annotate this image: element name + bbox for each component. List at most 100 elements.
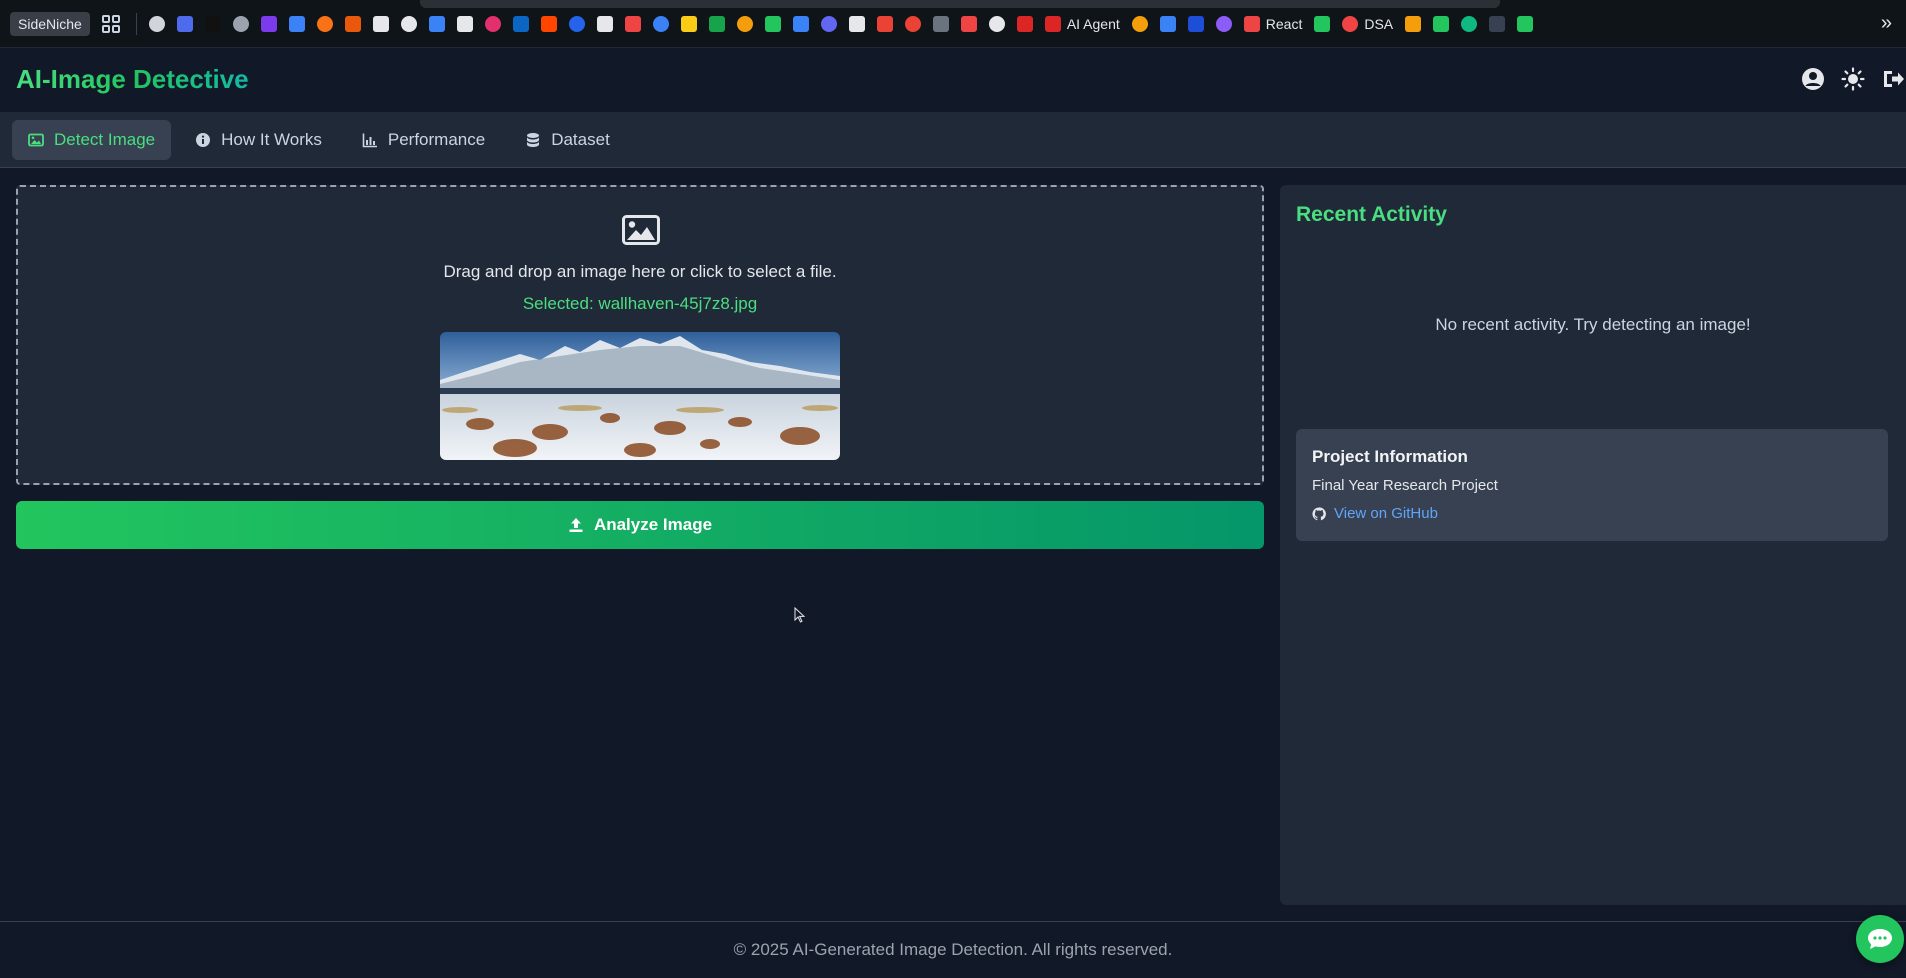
bookmark-item[interactable] <box>736 15 753 32</box>
bookmark-item[interactable] <box>568 15 585 32</box>
recent-activity-title: Recent Activity <box>1296 203 1447 226</box>
mouse-cursor <box>794 606 806 628</box>
bookmark-item[interactable] <box>176 15 193 32</box>
bookmark-item[interactable] <box>764 15 781 32</box>
recent-activity-panel: Recent Activity No recent activity. Try … <box>1280 185 1906 905</box>
codeforces-icon <box>680 15 697 32</box>
bookmark-item[interactable] <box>1131 15 1148 32</box>
tab-performance[interactable]: Performance <box>346 120 501 160</box>
bookmark-item[interactable] <box>428 15 445 32</box>
photo-icon <box>1187 15 1204 32</box>
youtube-icon <box>1342 15 1359 32</box>
bookmark-item[interactable] <box>484 15 501 32</box>
youtube-icon <box>1243 15 1260 32</box>
github-link[interactable]: View on GitHub <box>1312 505 1438 522</box>
bookmark-sideniche[interactable]: SideNiche <box>10 11 90 36</box>
grid-color-icon <box>1405 15 1422 32</box>
tab-label: Detect Image <box>54 129 156 149</box>
bookmark-item[interactable] <box>652 15 669 32</box>
gmail-icon <box>876 15 893 32</box>
bookmark-item[interactable] <box>260 15 277 32</box>
c-icon <box>1159 15 1176 32</box>
bookmarks-bar: SideNiche AI Agent React DSA » <box>0 0 1906 48</box>
bookmark-item[interactable] <box>624 15 641 32</box>
bookmark-blue-icon <box>568 15 585 32</box>
chat-button[interactable] <box>1856 915 1904 963</box>
bookmark-item[interactable] <box>848 15 865 32</box>
tab-detect-image[interactable]: Detect Image <box>12 119 172 160</box>
apps-grid-icon[interactable] <box>101 14 120 33</box>
bookmark-item[interactable] <box>232 15 249 32</box>
list-icon <box>820 15 837 32</box>
bookmark-item[interactable] <box>148 15 165 32</box>
bookmark-item[interactable] <box>1159 15 1176 32</box>
sun-icon[interactable] <box>1840 66 1866 92</box>
app-header: AI-Image Detective <box>0 48 1906 112</box>
selected-file-name: Selected: wallhaven-45j7z8.jpg <box>522 294 758 313</box>
terminal-icon <box>988 15 1005 32</box>
image-dropzone[interactable]: Drag and drop an image here or click to … <box>16 185 1264 485</box>
bookmark-item[interactable] <box>1215 15 1232 32</box>
bookmark-item[interactable] <box>1405 15 1422 32</box>
bookmark-item[interactable] <box>204 15 221 32</box>
bookmark-item[interactable] <box>680 15 697 32</box>
bookmark-item[interactable]: React <box>1243 15 1303 32</box>
instagram-icon <box>484 15 501 32</box>
header-actions <box>1800 66 1906 92</box>
bookmark-item[interactable] <box>596 15 613 32</box>
tab-dataset[interactable]: Dataset <box>509 120 626 160</box>
bookmark-item[interactable] <box>400 15 417 32</box>
image-placeholder-icon <box>622 215 660 250</box>
bookmark-item[interactable] <box>708 15 725 32</box>
reddit-icon <box>540 15 557 32</box>
analyze-button-label: Analyze Image <box>593 515 713 534</box>
chat-bubble-icon <box>1868 929 1892 949</box>
bookmark-item[interactable] <box>1461 15 1478 32</box>
bookmark-item[interactable] <box>344 15 361 32</box>
bookmark-item[interactable] <box>876 15 893 32</box>
bookmark-item[interactable] <box>1016 15 1033 32</box>
analyze-image-button[interactable]: Analyze Image <box>16 501 1264 549</box>
chart-icon <box>362 133 377 147</box>
bookmark-item[interactable] <box>932 15 949 32</box>
bookmark-item[interactable] <box>1187 15 1204 32</box>
bookmark-item[interactable] <box>988 15 1005 32</box>
whatsapp-icon <box>764 15 781 32</box>
youtube-icon <box>624 15 641 32</box>
bookmark-item[interactable] <box>904 15 921 32</box>
bookmark-item[interactable] <box>1489 15 1506 32</box>
person-icon <box>1131 15 1148 32</box>
bookmark-item[interactable] <box>372 15 389 32</box>
bookmark-item[interactable]: DSA <box>1342 15 1393 32</box>
bookmark-item[interactable] <box>288 15 305 32</box>
more-bookmarks-icon[interactable]: » <box>1881 12 1892 35</box>
bookmark-item[interactable] <box>456 15 473 32</box>
bookmark-label: React <box>1265 15 1303 32</box>
bookmark-item[interactable] <box>540 15 557 32</box>
bookmark-item[interactable] <box>820 15 837 32</box>
bookmark-item[interactable] <box>1433 15 1450 32</box>
bookmark-item[interactable] <box>1517 15 1534 32</box>
maps-icon <box>1314 15 1331 32</box>
github-icon <box>1312 506 1326 520</box>
bookmark-item[interactable] <box>512 15 529 32</box>
notion-icon <box>372 15 389 32</box>
bookmark-item[interactable]: AI Agent <box>1044 15 1120 32</box>
bookmark-item[interactable] <box>316 15 333 32</box>
gmail-icon <box>904 15 921 32</box>
tab-how-it-works[interactable]: How It Works <box>179 120 338 160</box>
project-info-card: Project Information Final Year Research … <box>1296 429 1888 541</box>
logout-icon[interactable] <box>1880 66 1906 92</box>
mail-green-icon <box>1461 15 1478 32</box>
bookmark-item[interactable] <box>792 15 809 32</box>
image-icon <box>28 133 44 146</box>
project-info-subtitle: Final Year Research Project <box>1312 477 1498 494</box>
bookmark-item[interactable] <box>1314 15 1331 32</box>
image-preview <box>440 332 840 460</box>
user-circle-icon[interactable] <box>1800 66 1826 92</box>
linkedin-icon <box>512 15 529 32</box>
pin-green-icon <box>1517 15 1534 32</box>
copyright-text: © 2025 AI-Generated Image Detection. All… <box>733 940 1173 959</box>
bookmark-item[interactable] <box>960 15 977 32</box>
gemini-icon <box>652 15 669 32</box>
